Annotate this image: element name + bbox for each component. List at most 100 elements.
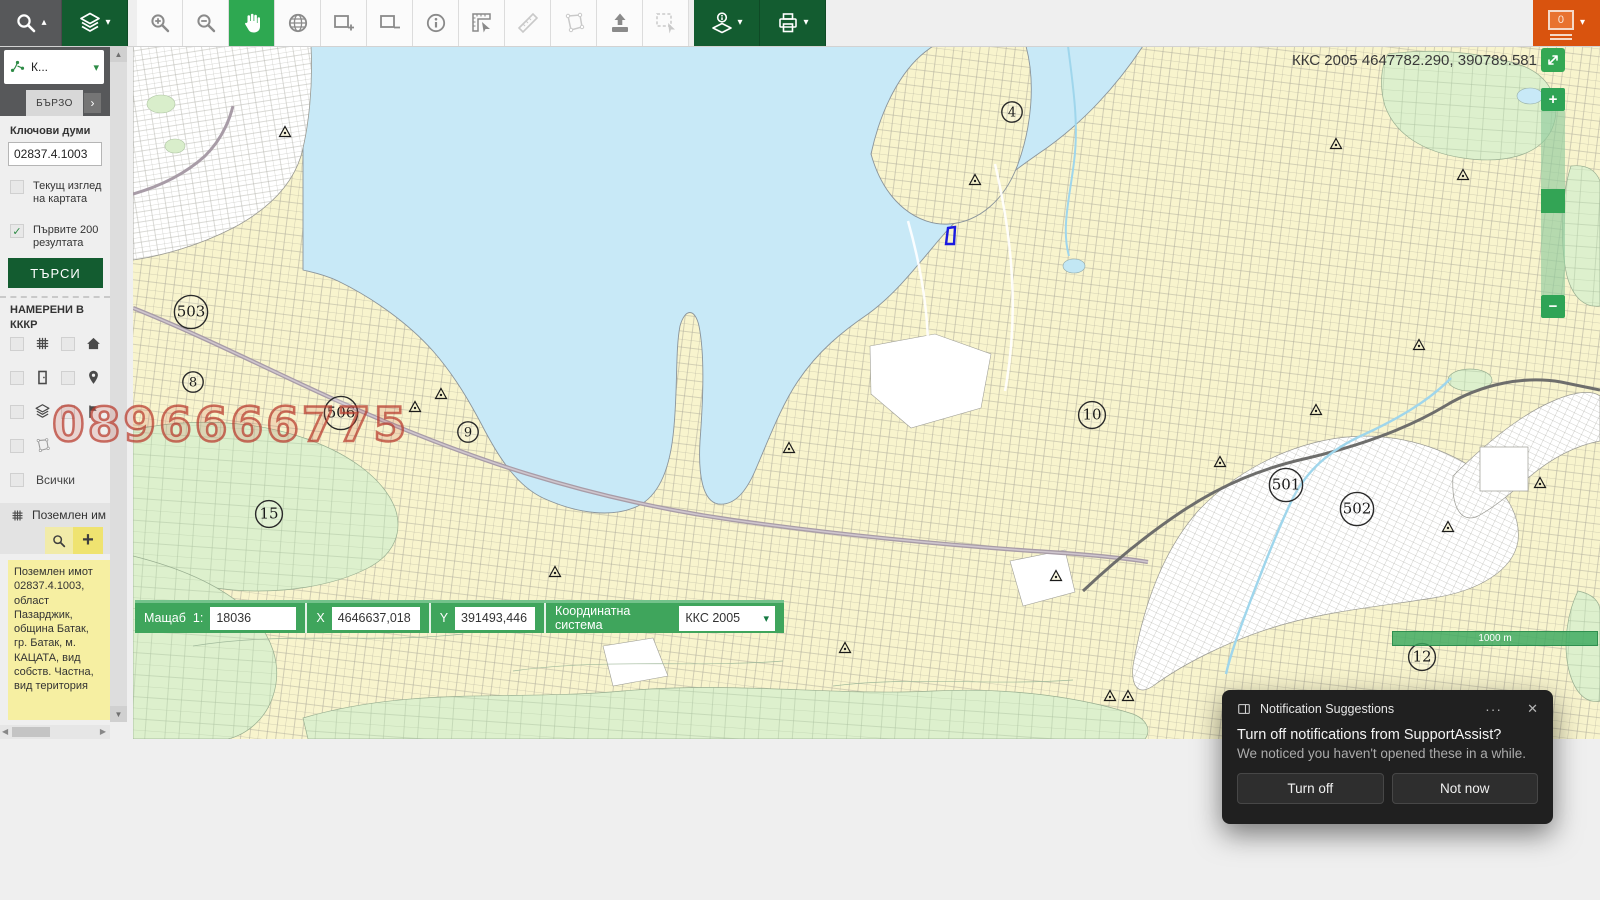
globe-icon: [286, 11, 310, 35]
building-icon: [34, 369, 51, 386]
scrollbar-thumb[interactable]: [12, 727, 50, 737]
search-type-dropdown[interactable]: К... ▾: [4, 50, 104, 84]
slider-zoom-out-button[interactable]: −: [1541, 295, 1565, 318]
full-extent-button[interactable]: [275, 0, 321, 46]
chevron-down-icon[interactable]: ▾: [737, 18, 742, 28]
notification-header: Notification Suggestions ··· ✕: [1222, 690, 1553, 717]
branch-icon: [9, 59, 26, 76]
expand-icon: [1545, 52, 1561, 68]
not-now-button[interactable]: Not now: [1392, 773, 1539, 804]
scale-segment: Мащаб 1:: [135, 603, 305, 633]
tab-next-arrow-button[interactable]: ›: [84, 93, 101, 113]
document-count-icon: 0: [1548, 10, 1574, 37]
current-view-checkbox[interactable]: [10, 180, 24, 194]
zoom-slider-handle[interactable]: [1541, 189, 1565, 213]
chevron-down-icon[interactable]: ▾: [803, 18, 808, 28]
fullscreen-button[interactable]: [1541, 48, 1565, 72]
pan-tool-button[interactable]: [229, 0, 275, 46]
chevron-up-icon[interactable]: ▴: [41, 18, 46, 28]
zoom-out-icon: [194, 11, 218, 35]
select-box-button[interactable]: [643, 0, 689, 46]
parcels-checkbox[interactable]: [10, 337, 24, 351]
option-first-200: ✓ Първите 200 резултата: [10, 224, 103, 250]
chevron-down-icon[interactable]: ▾: [105, 18, 110, 28]
search-tabs-row: БЪРЗО ›: [0, 90, 110, 116]
tab-quick-search[interactable]: БЪРЗО: [26, 90, 83, 116]
notification-heading: Turn off notifications from SupportAssis…: [1237, 727, 1538, 743]
map-zone-label: 4: [1002, 102, 1022, 122]
zoom-rectangle-out-button[interactable]: [367, 0, 413, 46]
keywords-label: Ключови думи: [10, 125, 90, 137]
y-segment: Y: [429, 603, 544, 633]
scale-input[interactable]: [210, 607, 296, 630]
zoom-out-button[interactable]: [183, 0, 229, 46]
y-label: Y: [440, 611, 448, 625]
keywords-input[interactable]: [8, 142, 102, 166]
units-checkbox[interactable]: [10, 371, 24, 385]
search-tool-button[interactable]: ▴: [0, 0, 62, 46]
map-pond: [1517, 88, 1543, 104]
first-200-checkbox[interactable]: ✓: [10, 224, 24, 238]
layers-checkbox[interactable]: [10, 405, 24, 419]
crs-dropdown[interactable]: ККС 2005 ▾: [679, 606, 775, 631]
notifications-list-button[interactable]: 0 ▾: [1533, 0, 1600, 46]
x-coordinate-input[interactable]: [332, 607, 420, 630]
upload-button[interactable]: [597, 0, 643, 46]
coordinate-readout: ККС 2005 4647782.290, 390789.581: [1292, 52, 1537, 69]
search-submit-button[interactable]: ТЪРСИ: [8, 258, 103, 288]
map-zone-label: 12: [1409, 644, 1436, 671]
scroll-down-arrow[interactable]: ▼: [110, 706, 127, 722]
add-result-button[interactable]: +: [73, 527, 103, 554]
measure-distance-button[interactable]: [505, 0, 551, 46]
notification-body: Turn off notifications from SupportAssis…: [1222, 717, 1553, 761]
locate-result-button[interactable]: [45, 527, 73, 554]
svg-text:12: 12: [1412, 648, 1431, 666]
map-statusbar: Мащаб 1: X Y Координатна система ККС 200…: [135, 600, 784, 633]
points-checkbox[interactable]: [61, 371, 75, 385]
slider-zoom-in-button[interactable]: +: [1541, 88, 1565, 111]
filter-row-parcels-buildings: [10, 335, 102, 352]
scroll-up-arrow[interactable]: ▲: [110, 46, 127, 62]
chevron-down-icon: ▾: [763, 612, 769, 625]
zoom-rectangle-in-button[interactable]: [321, 0, 367, 46]
scroll-left-arrow[interactable]: ◀: [2, 727, 8, 736]
crs-label: Координатна система: [555, 604, 672, 632]
chevron-down-icon[interactable]: ▾: [1580, 18, 1585, 28]
print-button[interactable]: ▾: [760, 0, 826, 46]
y-coordinate-input[interactable]: [455, 607, 535, 630]
zoom-slider: + −: [1541, 88, 1565, 318]
result-item[interactable]: Поземлен имот 02837.4.1003, област Пазар…: [8, 560, 110, 720]
sidebar-horizontal-scrollbar[interactable]: ◀ ▶: [0, 725, 110, 739]
svg-text:15: 15: [259, 505, 278, 523]
layers-tool-button[interactable]: ▾: [62, 0, 128, 46]
identify-button[interactable]: [413, 0, 459, 46]
divider: [0, 296, 110, 298]
buildings-checkbox[interactable]: [61, 337, 75, 351]
x-label: X: [316, 611, 324, 625]
flags-checkbox[interactable]: [61, 405, 75, 419]
zoom-in-button[interactable]: [137, 0, 183, 46]
search-icon: [51, 533, 67, 549]
draw-polygon-button[interactable]: [551, 0, 597, 46]
map-svg[interactable]: 503850691541050150212: [133, 46, 1600, 739]
svg-text:506: 506: [327, 404, 356, 422]
identify-layers-button[interactable]: ▾: [694, 0, 760, 46]
zones-checkbox[interactable]: [10, 439, 24, 453]
crs-segment: Координатна система ККС 2005 ▾: [544, 603, 784, 633]
measure-area-button[interactable]: [459, 0, 505, 46]
all-checkbox[interactable]: [10, 473, 24, 487]
more-options-icon[interactable]: ···: [1485, 701, 1502, 717]
svg-text:8: 8: [189, 376, 197, 391]
notification-app-title: Notification Suggestions: [1260, 702, 1476, 716]
scroll-right-arrow[interactable]: ▶: [100, 727, 106, 736]
zoom-slider-track[interactable]: [1541, 111, 1565, 295]
close-icon[interactable]: ✕: [1527, 701, 1538, 717]
rect-plus-icon: [332, 11, 356, 35]
map-zone-label: 501: [1269, 468, 1302, 501]
map-pin-icon: [85, 369, 102, 386]
first-200-label: Първите 200 резултата: [33, 224, 103, 250]
turn-off-button[interactable]: Turn off: [1237, 773, 1384, 804]
measure-icon: [470, 11, 494, 35]
map-zone-label: 503: [174, 295, 207, 328]
sidebar-vertical-scrollbar[interactable]: ▲ ▼: [110, 46, 127, 722]
